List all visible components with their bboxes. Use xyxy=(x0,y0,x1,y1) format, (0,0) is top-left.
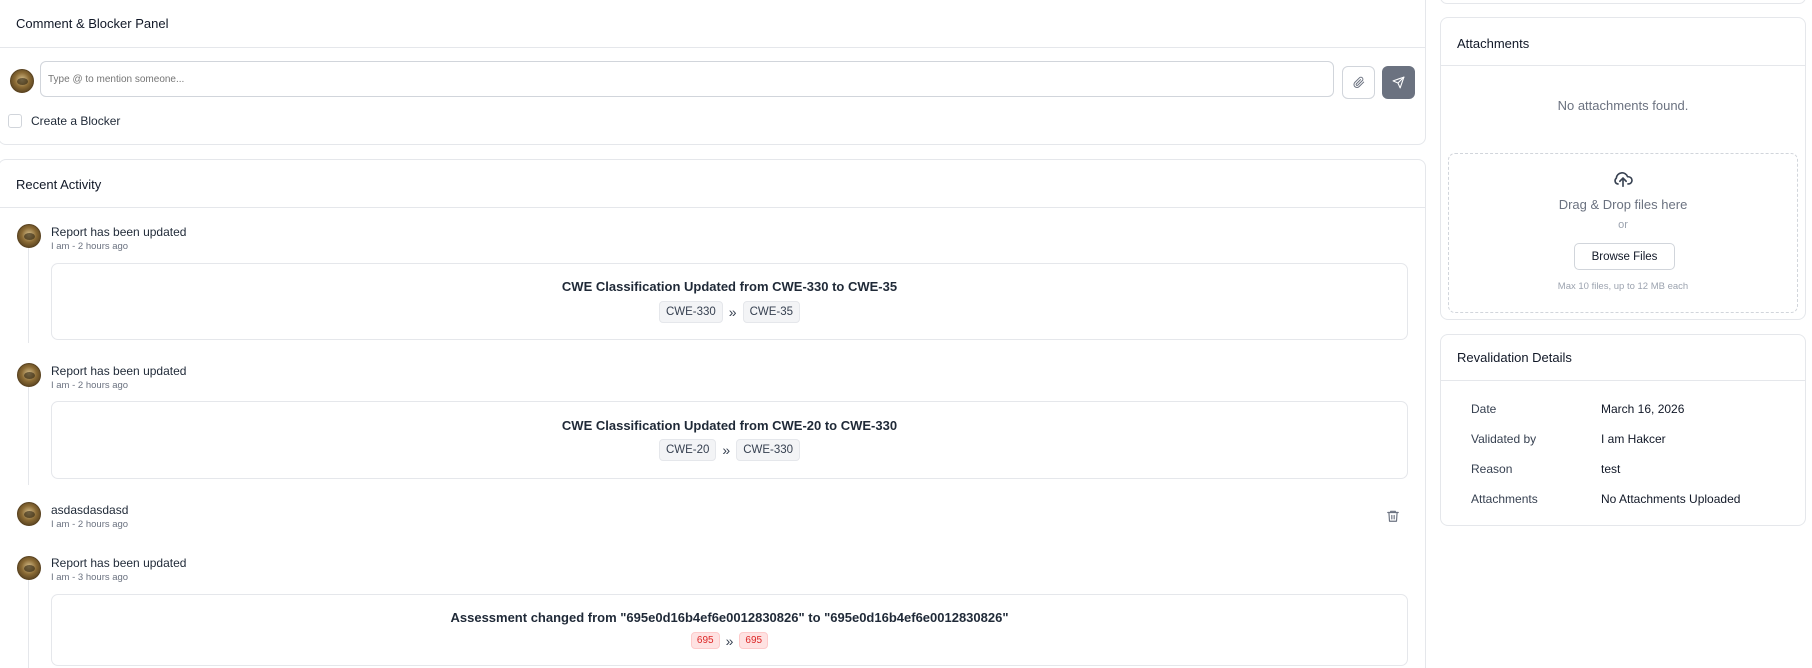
activity-meta: I am - 2 hours ago xyxy=(51,519,129,530)
avatar xyxy=(10,69,34,93)
activity-meta: I am - 2 hours ago xyxy=(51,241,129,252)
change-chips: CWE-20 » CWE-330 xyxy=(52,439,1407,461)
chevrons-right-icon: » xyxy=(728,304,737,320)
chevrons-right-icon: » xyxy=(722,442,731,458)
row-value: I am Hakcer xyxy=(1601,432,1666,446)
send-icon xyxy=(1392,76,1405,89)
activity-meta: I am - 2 hours ago xyxy=(51,380,129,391)
revalidation-row-reason: Reason test xyxy=(1471,462,1791,476)
row-label: Attachments xyxy=(1471,492,1538,506)
revalidation-row-attachments: Attachments No Attachments Uploaded xyxy=(1471,492,1791,506)
file-dropzone[interactable]: Drag & Drop files here or Browse Files M… xyxy=(1448,153,1798,313)
browse-files-button[interactable]: Browse Files xyxy=(1574,243,1675,270)
page: Comment & Blocker Panel Create a Blocker… xyxy=(0,0,1812,668)
row-value: March 16, 2026 xyxy=(1601,402,1685,416)
row-label: Reason xyxy=(1471,462,1513,476)
divider xyxy=(1441,380,1805,381)
activity-title-text: Report has been updated xyxy=(51,556,187,570)
timeline-line xyxy=(28,580,29,668)
revalidation-title: Revalidation Details xyxy=(1457,350,1572,365)
no-attachments-text: No attachments found. xyxy=(1557,98,1689,113)
attachments-panel: Attachments No attachments found. Drag &… xyxy=(1440,17,1806,320)
create-blocker-row[interactable]: Create a Blocker xyxy=(8,114,120,128)
activity-title: Recent Activity xyxy=(16,177,102,192)
attach-file-button[interactable] xyxy=(1342,66,1375,99)
avatar xyxy=(17,363,41,387)
activity-title-text: Report has been updated xyxy=(51,225,187,239)
change-card: CWE Classification Updated from CWE-20 t… xyxy=(51,401,1408,479)
divider xyxy=(1441,65,1805,66)
divider xyxy=(0,47,1425,48)
avatar xyxy=(17,556,41,580)
delete-comment-button[interactable] xyxy=(1386,508,1400,524)
revalidation-panel: Revalidation Details Date March 16, 2026… xyxy=(1440,334,1806,526)
row-value: No Attachments Uploaded xyxy=(1601,492,1741,506)
from-chip: 695 xyxy=(690,632,720,649)
previous-card-edge xyxy=(1440,0,1806,4)
change-card: CWE Classification Updated from CWE-330 … xyxy=(51,263,1408,340)
upload-limit-text: Max 10 files, up to 12 MB each xyxy=(1557,281,1689,292)
to-chip: CWE-330 xyxy=(736,439,801,461)
paperclip-icon xyxy=(1352,76,1364,89)
change-heading: Assessment changed from "695e0d16b4ef6e0… xyxy=(450,610,1009,625)
to-chip: 695 xyxy=(739,632,769,649)
divider xyxy=(0,207,1425,208)
activity-meta: I am - 3 hours ago xyxy=(51,572,129,583)
avatar xyxy=(17,224,41,248)
drop-instructions: Drag & Drop files here xyxy=(1558,197,1688,212)
revalidation-row-date: Date March 16, 2026 xyxy=(1471,402,1791,416)
row-label: Validated by xyxy=(1471,432,1537,446)
timeline-line xyxy=(28,387,29,485)
timeline-line xyxy=(28,248,29,343)
change-chips: 695 » 695 xyxy=(52,632,1407,649)
create-blocker-label: Create a Blocker xyxy=(31,114,121,128)
from-chip: CWE-330 xyxy=(658,301,723,323)
chevrons-right-icon: » xyxy=(725,632,734,649)
upload-cloud-icon xyxy=(1614,172,1633,188)
comment-input[interactable] xyxy=(40,61,1334,97)
to-chip: CWE-35 xyxy=(742,301,801,323)
row-value: test xyxy=(1601,462,1621,476)
avatar xyxy=(17,502,41,526)
send-button[interactable] xyxy=(1382,66,1415,99)
from-chip: CWE-20 xyxy=(658,439,717,461)
revalidation-row-validated-by: Validated by I am Hakcer xyxy=(1471,432,1791,446)
change-chips: CWE-330 » CWE-35 xyxy=(52,301,1407,323)
create-blocker-checkbox[interactable] xyxy=(8,114,22,128)
change-heading: CWE Classification Updated from CWE-20 t… xyxy=(561,418,898,433)
activity-title-text: asdasdasdasd xyxy=(51,503,129,517)
change-heading: CWE Classification Updated from CWE-330 … xyxy=(561,279,898,294)
trash-icon xyxy=(1387,510,1399,522)
comment-panel-title: Comment & Blocker Panel xyxy=(16,16,169,31)
drop-or: or xyxy=(1618,219,1628,231)
row-label: Date xyxy=(1471,402,1497,416)
attachments-title: Attachments xyxy=(1457,36,1530,51)
activity-title-text: Report has been updated xyxy=(51,364,187,378)
change-card: Assessment changed from "695e0d16b4ef6e0… xyxy=(51,594,1408,666)
comment-blocker-panel: Comment & Blocker Panel Create a Blocker xyxy=(0,0,1426,145)
recent-activity-panel: Recent Activity Report has been updated … xyxy=(0,159,1426,668)
